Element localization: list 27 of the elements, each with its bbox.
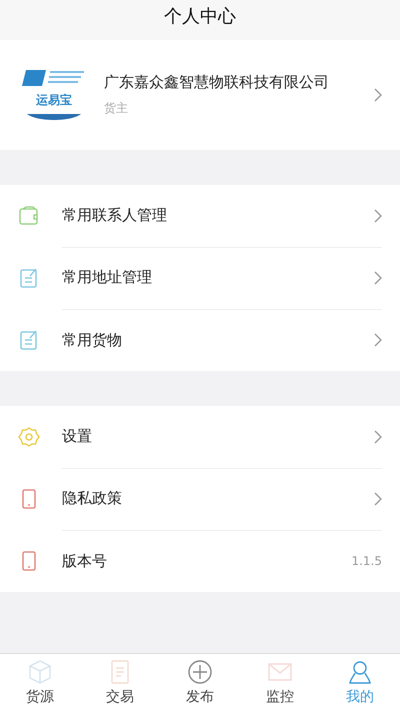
tab[interactable]: 交易 [80, 654, 160, 710]
logo-icon [22, 68, 86, 88]
tab[interactable]: 货源 [0, 654, 80, 710]
tab[interactable]: 监控 [240, 654, 320, 710]
logo-text: 运易宝 [36, 92, 72, 108]
chevron-icon [374, 270, 382, 284]
chevron-icon [374, 333, 382, 347]
user-role: 货主 [104, 100, 129, 117]
gear-icon [18, 426, 40, 448]
page-title: 个人中心 [164, 5, 236, 28]
chevron-icon [374, 208, 382, 222]
menu-item[interactable]: 版本号 [62, 552, 352, 570]
wallet-icon [18, 205, 40, 227]
tab[interactable]: 发布 [160, 654, 240, 710]
version-value: 1.1.5 [351, 554, 382, 568]
profile-card[interactable]: 运易宝 广东嘉众鑫智慧物联科技有限公司 货主 [0, 40, 400, 150]
company-name: 广东嘉众鑫智慧物联科技有限公司 [104, 73, 330, 92]
chevron-icon [374, 430, 382, 444]
menu-item[interactable]: 隐私政策 [62, 489, 374, 508]
plus-icon [186, 658, 214, 686]
menu-item[interactable]: 常用货物 [62, 330, 374, 350]
menu-item[interactable]: 常用联系人管理 [62, 206, 374, 225]
menu-item[interactable]: 常用地址管理 [62, 268, 374, 287]
menu-item[interactable]: 设置 [62, 427, 374, 446]
chevron-icon [374, 492, 382, 506]
chevron-icon [374, 88, 382, 102]
badge-icon [27, 112, 81, 122]
